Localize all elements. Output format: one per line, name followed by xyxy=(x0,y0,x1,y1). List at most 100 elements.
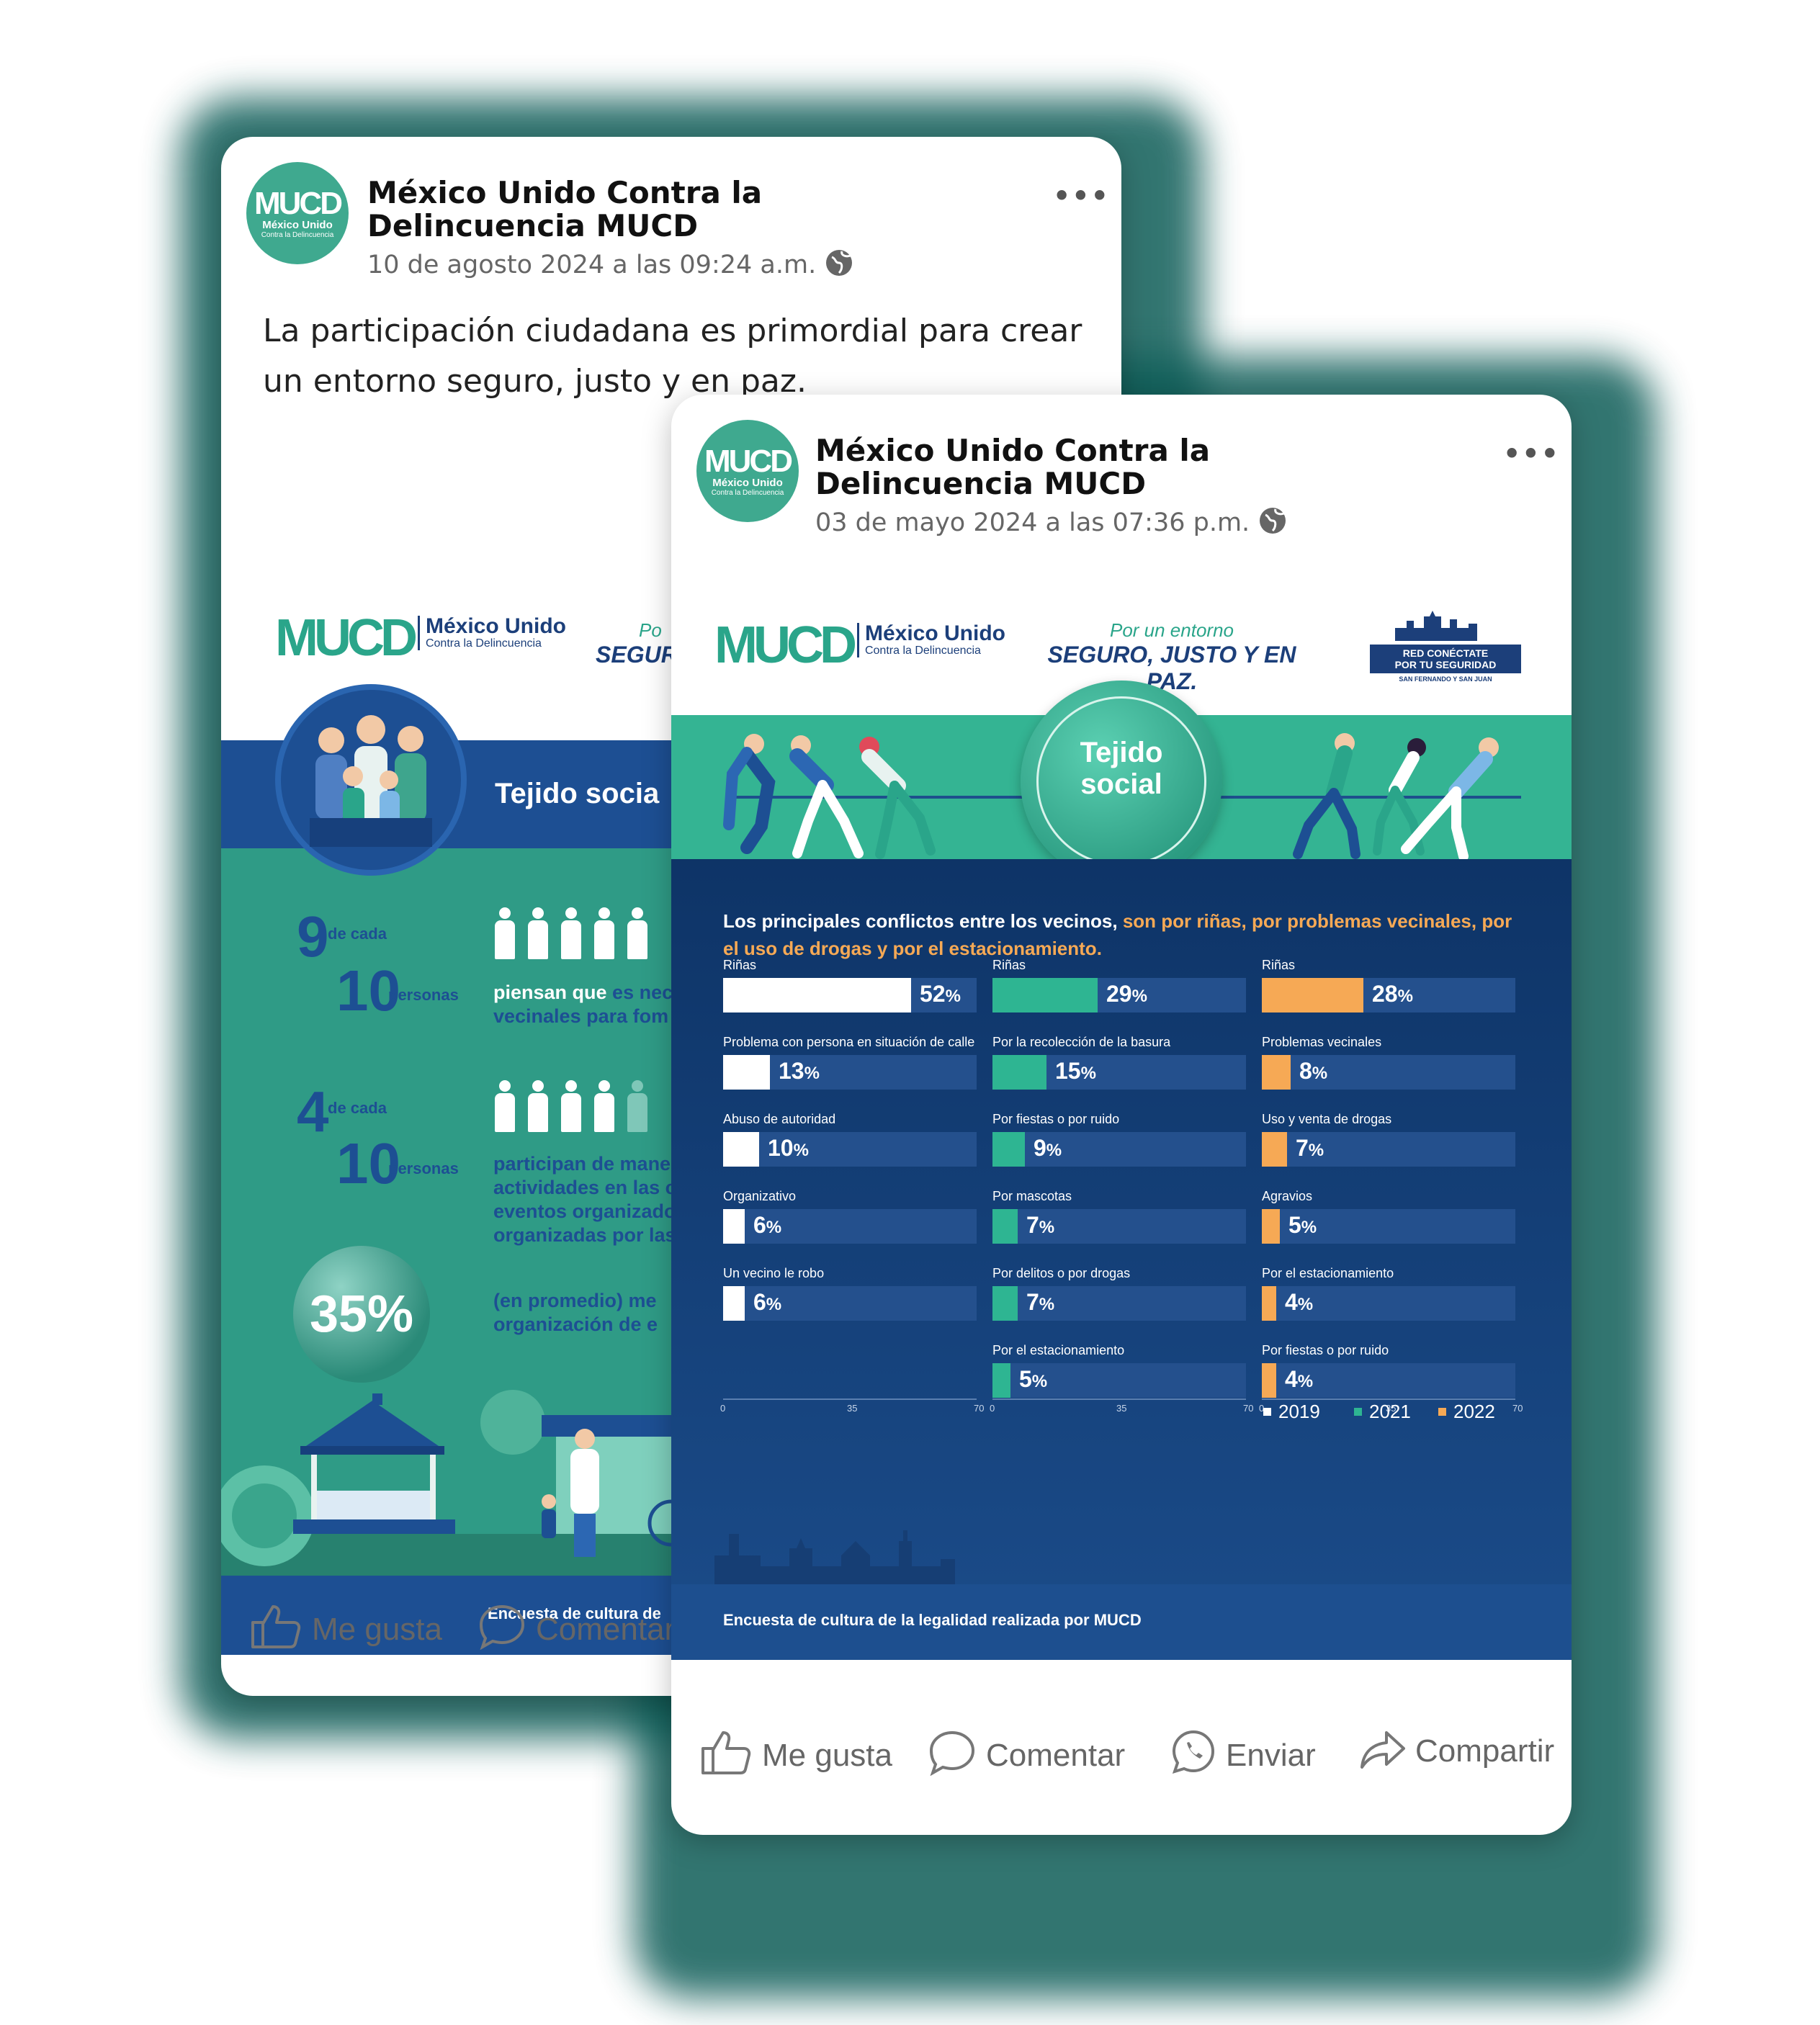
bar-category-label: Por la recolección de la basura xyxy=(992,1035,1171,1049)
bar-value-label: 7% xyxy=(1026,1289,1055,1315)
bar-category-label: Abuso de autoridad xyxy=(723,1112,836,1126)
bar-category-label: Por fiestas o por ruido xyxy=(1262,1343,1389,1357)
bar-category-label: Agravios xyxy=(1262,1189,1313,1203)
like-button[interactable]: Me gusta xyxy=(248,1602,442,1650)
page-avatar[interactable]: MUCD México Unido Contra la Delincuencia xyxy=(246,162,349,264)
bar xyxy=(1262,1132,1287,1167)
whatsapp-icon xyxy=(1172,1730,1215,1774)
more-options-icon[interactable]: ••• xyxy=(1503,438,1560,470)
x-tick-label: 70 xyxy=(1243,1403,1254,1414)
send-button[interactable]: Enviar xyxy=(1170,1728,1316,1776)
bar xyxy=(992,978,1098,1013)
bar-value-label: 9% xyxy=(1034,1135,1062,1161)
bar-value-label: 5% xyxy=(1288,1212,1317,1238)
bar-track xyxy=(992,1132,1246,1167)
comment-icon xyxy=(479,1604,525,1651)
bar xyxy=(992,1132,1025,1167)
bar-category-label: Por el estacionamiento xyxy=(992,1343,1125,1357)
bar-value-label: 5% xyxy=(1019,1366,1048,1392)
bar xyxy=(1262,1363,1276,1398)
city-silhouette xyxy=(714,1530,955,1586)
x-tick-label: 70 xyxy=(1512,1403,1523,1414)
bar xyxy=(723,1055,770,1090)
legend-swatch xyxy=(1263,1408,1271,1416)
more-options-icon[interactable]: ••• xyxy=(1053,180,1110,212)
bar-value-label: 4% xyxy=(1285,1289,1314,1315)
bar-track xyxy=(992,1055,1246,1090)
like-button[interactable]: Me gusta xyxy=(699,1728,892,1776)
stat2-text: participan de mane actividades en las c … xyxy=(493,1153,676,1246)
bar-category-label: Un vecino le robo xyxy=(723,1266,825,1280)
bar-track xyxy=(723,1055,977,1090)
bar-category-label: Por el estacionamiento xyxy=(1262,1266,1394,1280)
post-text: La participación ciudadana es primordial… xyxy=(263,313,1082,400)
bar-value-label: 7% xyxy=(1026,1212,1055,1238)
bar-category-label: Por mascotas xyxy=(992,1189,1072,1203)
page-name[interactable]: México Unido Contra la Delincuencia MUCD xyxy=(815,434,1247,500)
conflicts-bar-chart: Riñas 52% Problema con persona en situació… xyxy=(671,583,1572,1660)
x-axis xyxy=(1262,1398,1515,1400)
page-name[interactable]: México Unido Contra la Delincuencia MUCD xyxy=(367,176,799,243)
bar xyxy=(992,1055,1046,1090)
infographic-title: Tejido socia xyxy=(495,778,660,809)
bar xyxy=(723,1132,759,1167)
bar xyxy=(992,1209,1018,1244)
x-tick-label: 0 xyxy=(990,1403,995,1414)
x-tick-label: 0 xyxy=(720,1403,726,1414)
bar-value-label: 52% xyxy=(920,981,961,1007)
bar xyxy=(723,1286,745,1321)
globe-icon xyxy=(1260,508,1286,534)
share-icon xyxy=(1360,1731,1405,1769)
legend-2022: 2022 xyxy=(1438,1401,1495,1423)
front-post-card: MUCD México Unido Contra la Delincuencia… xyxy=(671,395,1572,1835)
post-date[interactable]: 10 de agosto 2024 a las 09:24 a.m. xyxy=(367,248,853,279)
mucd-logo: MUCD México Unido Contra la Delincuencia xyxy=(275,609,566,667)
comment-icon xyxy=(929,1730,975,1777)
globe-icon xyxy=(826,250,853,276)
x-tick-label: 35 xyxy=(1116,1403,1127,1414)
x-tick-label: 70 xyxy=(974,1403,985,1414)
bar xyxy=(992,1363,1010,1398)
bar-category-label: Uso y venta de drogas xyxy=(1262,1112,1392,1126)
front-infographic-footer: Encuesta de cultura de la legalidad real… xyxy=(671,1584,1572,1660)
bar xyxy=(1262,1055,1291,1090)
comment-button[interactable]: Comentar xyxy=(477,1602,675,1651)
bar-value-label: 8% xyxy=(1299,1058,1328,1084)
bar xyxy=(723,1209,745,1244)
x-axis xyxy=(992,1398,1246,1400)
thumbs-up-icon xyxy=(701,1731,751,1774)
bar-category-label: Riñas xyxy=(992,958,1026,972)
x-axis xyxy=(723,1398,977,1400)
stat2-number: 4 xyxy=(297,1079,329,1144)
comment-button[interactable]: Comentar xyxy=(927,1728,1125,1777)
post-date[interactable]: 03 de mayo 2024 a las 07:36 p.m. xyxy=(815,506,1287,537)
bar-category-label: Problemas vecinales xyxy=(1262,1035,1382,1049)
bar xyxy=(1262,1209,1280,1244)
family-illustration xyxy=(275,684,467,876)
bar-category-label: Riñas xyxy=(723,958,757,972)
stat1-number: 9 xyxy=(297,904,329,969)
bar-value-label: 4% xyxy=(1285,1366,1314,1392)
stat1-people-icons xyxy=(495,907,660,965)
bar-value-label: 28% xyxy=(1372,981,1413,1007)
bar-category-label: Por fiestas o por ruido xyxy=(992,1112,1120,1126)
stat2-people-icons xyxy=(495,1080,660,1138)
thumbs-up-icon xyxy=(251,1605,301,1648)
legend-swatch xyxy=(1354,1408,1362,1416)
bar-category-label: Por delitos o por drogas xyxy=(992,1266,1131,1280)
bar-value-label: 15% xyxy=(1055,1058,1096,1084)
page-avatar[interactable]: MUCD México Unido Contra la Delincuencia xyxy=(696,420,799,522)
share-button[interactable]: Compartir xyxy=(1359,1728,1554,1772)
stat2-people: personas xyxy=(388,1159,459,1177)
legend-swatch xyxy=(1438,1408,1446,1416)
bar-value-label: 29% xyxy=(1106,981,1147,1007)
bar-category-label: Riñas xyxy=(1262,958,1296,972)
bar-category-label: Organizativo xyxy=(723,1189,797,1203)
stat2-of: de cada xyxy=(328,1099,387,1117)
bar-value-label: 7% xyxy=(1296,1135,1324,1161)
x-tick-label: 35 xyxy=(847,1403,858,1414)
bar-value-label: 6% xyxy=(753,1212,782,1238)
bar xyxy=(1262,978,1363,1013)
legend-2019: 2019 xyxy=(1263,1401,1320,1423)
stat1-people: personas xyxy=(388,986,459,1004)
